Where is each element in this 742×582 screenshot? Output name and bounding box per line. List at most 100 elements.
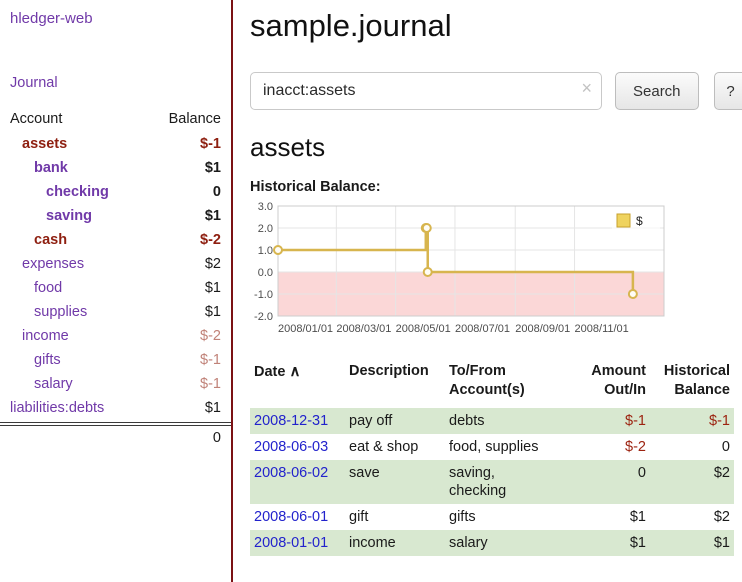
- register-accounts-cell: debts: [445, 408, 570, 434]
- account-link-bank[interactable]: bank: [8, 160, 68, 177]
- transaction-date-link[interactable]: 2008-12-31: [254, 413, 328, 429]
- col-header-amount: Amount Out/In: [570, 360, 650, 408]
- register-table: Date ∧ Description To/From Account(s) Am…: [250, 360, 734, 556]
- register-description-cell: income: [345, 530, 445, 556]
- data-point-marker: [274, 246, 282, 254]
- account-balance: $-1: [200, 376, 221, 393]
- legend-swatch-icon: [617, 214, 630, 227]
- account-link-saving[interactable]: saving: [8, 208, 92, 225]
- account-row: cash $-2: [8, 228, 231, 252]
- col-header-date-label: Date: [254, 364, 285, 380]
- transaction-date-link[interactable]: 2008-06-02: [254, 465, 328, 481]
- register-row: 2008-06-01 giftgifts$1$2: [250, 504, 734, 530]
- account-balance: $1: [205, 208, 221, 225]
- register-balance-cell: $2: [650, 504, 734, 530]
- register-date-cell: 2008-06-02: [250, 460, 345, 504]
- x-tick-label: 2008/01/01: [278, 323, 333, 335]
- account-link-checking[interactable]: checking: [8, 184, 109, 201]
- account-link-assets[interactable]: assets: [8, 136, 67, 153]
- x-tick-label: 2008/03/01: [336, 323, 391, 335]
- accounts-table-header: Account Balance: [8, 111, 231, 132]
- account-link-cash[interactable]: cash: [8, 232, 67, 249]
- register-date-cell: 2008-01-01: [250, 530, 345, 556]
- register-accounts-cell: saving, checking: [445, 460, 570, 504]
- account-row: checking0: [8, 180, 231, 204]
- sidebar: hledger-web Journal Account Balance asse…: [0, 0, 233, 582]
- account-balance: $1: [205, 280, 221, 297]
- account-link-liabilities-debts[interactable]: liabilities:debts: [8, 400, 104, 417]
- account-balance: $-1: [200, 136, 221, 153]
- data-point-marker: [424, 268, 432, 276]
- account-heading: assets: [250, 132, 742, 163]
- transaction-date-link[interactable]: 2008-01-01: [254, 535, 328, 551]
- register-date-cell: 2008-06-03: [250, 434, 345, 460]
- register-amount-cell: 0: [570, 460, 650, 504]
- account-balance: $-2: [200, 328, 221, 345]
- col-header-date[interactable]: Date ∧: [250, 360, 345, 408]
- x-tick-label: 2008/09/01: [515, 323, 570, 335]
- accounts-total-value: 0: [8, 426, 231, 446]
- y-tick-label: 1.0: [258, 245, 273, 257]
- accounts-col-account: Account: [10, 111, 62, 127]
- register-description-cell: gift: [345, 504, 445, 530]
- data-point-marker: [629, 290, 637, 298]
- register-row: 2008-06-02savesaving, checking0$2: [250, 460, 734, 504]
- register-header-row: Date ∧ Description To/From Account(s) Am…: [250, 360, 734, 408]
- register-accounts-cell: gifts: [445, 504, 570, 530]
- page-title: sample.journal: [250, 8, 742, 44]
- hledger-web-app: hledger-web Journal Account Balance asse…: [0, 0, 742, 582]
- balance-chart: 3.02.01.00.0-1.0-2.02008/01/012008/03/01…: [250, 202, 666, 338]
- register-description-cell: pay off: [345, 408, 445, 434]
- col-header-description: Description: [345, 360, 445, 408]
- search-input[interactable]: [250, 72, 602, 110]
- data-point-marker: [423, 224, 431, 232]
- account-link-income[interactable]: income: [8, 328, 69, 345]
- account-row: supplies $1: [8, 300, 231, 324]
- account-row: expenses $2: [8, 252, 231, 276]
- y-tick-label: -2.0: [254, 311, 273, 323]
- account-row: bank $1: [8, 156, 231, 180]
- transaction-date-link[interactable]: 2008-06-03: [254, 439, 328, 455]
- account-link-supplies[interactable]: supplies: [8, 304, 87, 321]
- account-balance: $1: [205, 304, 221, 321]
- register-date-cell: 2008-06-01: [250, 504, 345, 530]
- help-button[interactable]: ?: [714, 72, 742, 110]
- account-row: gifts$-1: [8, 348, 231, 372]
- account-row: food $1: [8, 276, 231, 300]
- account-balance: $2: [205, 256, 221, 273]
- x-tick-label: 2008/11/01: [575, 323, 629, 335]
- transaction-date-link[interactable]: 2008-06-01: [254, 509, 328, 525]
- register-amount-cell: $1: [570, 504, 650, 530]
- register-amount-cell: $-1: [570, 408, 650, 434]
- account-link-food[interactable]: food: [8, 280, 62, 297]
- register-row: 2008-12-31pay offdebts$-1$-1: [250, 408, 734, 434]
- legend-label: $: [636, 214, 643, 228]
- register-date-cell: 2008-12-31: [250, 408, 345, 434]
- register-row: 2008-06-03eat & shopfood, supplies$-20: [250, 434, 734, 460]
- account-link-salary[interactable]: salary: [8, 376, 73, 393]
- x-tick-label: 2008/07/01: [455, 323, 510, 335]
- search-button[interactable]: Search: [615, 72, 699, 110]
- register-balance-cell: $-1: [650, 408, 734, 434]
- account-tree: assets $-1 bank $1 checking0 saving $1 cash $-2 e…: [8, 132, 231, 420]
- register-balance-cell: $1: [650, 530, 734, 556]
- register-row: 2008-01-01incomesalary$1$1: [250, 530, 734, 556]
- account-link-gifts[interactable]: gifts: [8, 352, 61, 369]
- sidebar-item-journal[interactable]: Journal: [10, 75, 231, 91]
- account-balance: $1: [205, 400, 221, 417]
- register-description-cell: eat & shop: [345, 434, 445, 460]
- account-link-expenses[interactable]: expenses: [8, 256, 84, 273]
- register-accounts-cell: salary: [445, 530, 570, 556]
- account-balance: $1: [205, 160, 221, 177]
- account-row: saving $1: [8, 204, 231, 228]
- account-balance: $-2: [200, 232, 221, 249]
- account-row: salary $-1: [8, 372, 231, 396]
- y-tick-label: 0.0: [258, 267, 273, 279]
- account-row: income $-2: [8, 324, 231, 348]
- chart-title: Historical Balance:: [250, 179, 742, 195]
- clear-search-icon[interactable]: ×: [581, 79, 592, 97]
- search-form: × Search ?: [250, 72, 742, 110]
- register-amount-cell: $-2: [570, 434, 650, 460]
- account-row: liabilities:debts $1: [8, 396, 231, 420]
- app-title-link[interactable]: hledger-web: [10, 10, 231, 27]
